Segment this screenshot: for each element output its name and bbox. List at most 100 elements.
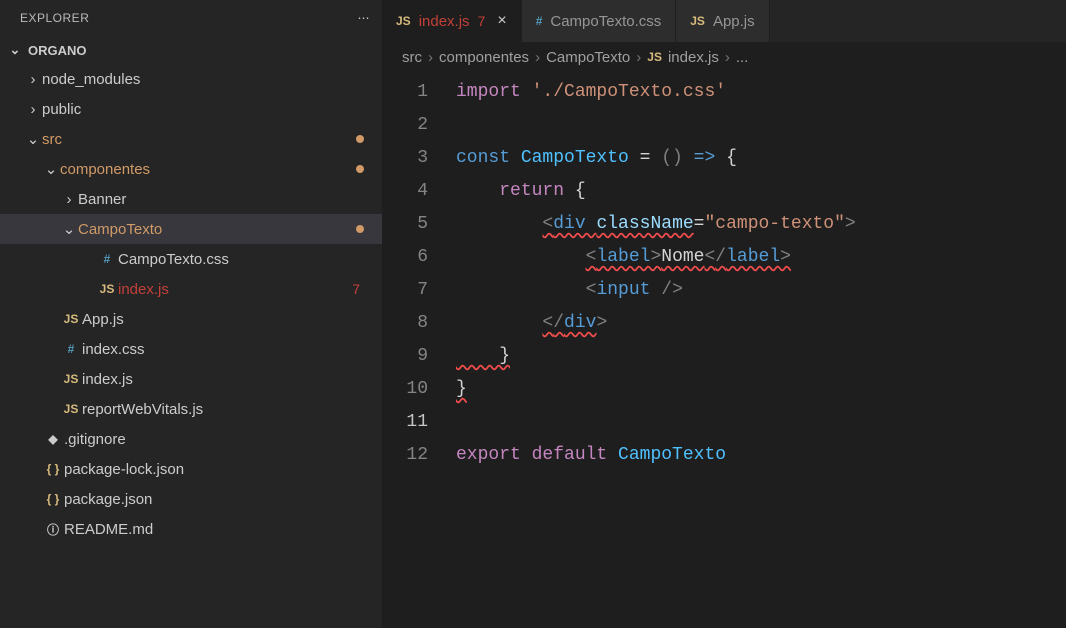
file-item[interactable]: JSApp.js — [0, 304, 382, 334]
code-line[interactable]: export default CampoTexto — [456, 439, 1066, 472]
file-item[interactable]: { }package-lock.json — [0, 454, 382, 484]
breadcrumb-segment[interactable]: componentes — [439, 49, 529, 66]
file-item[interactable]: { }package.json — [0, 484, 382, 514]
code-line[interactable]: <label>Nome</label> — [456, 241, 1066, 274]
code-lines[interactable]: import './CampoTexto.css' const CampoTex… — [456, 76, 1066, 472]
file-item[interactable]: ⓘREADME.md — [0, 514, 382, 544]
file-item[interactable]: JSindex.js — [0, 364, 382, 394]
project-root[interactable]: ⌄ ORGANO — [0, 36, 382, 64]
folder-item[interactable]: ⌄componentes — [0, 154, 382, 184]
token: / — [553, 313, 564, 333]
code-line[interactable]: const CampoTexto = () => { — [456, 142, 1066, 175]
line-number: 8 — [382, 307, 428, 340]
token — [456, 313, 542, 333]
token: = — [629, 148, 661, 168]
code-view[interactable]: 123456789101112 import './CampoTexto.css… — [382, 72, 1066, 472]
file-item[interactable]: #CampoTexto.css — [0, 244, 382, 274]
folder-item[interactable]: ›Banner — [0, 184, 382, 214]
token: < — [542, 313, 553, 333]
token: './CampoTexto.css' — [532, 82, 726, 102]
modified-dot-icon — [356, 225, 364, 233]
token: > — [650, 247, 661, 267]
token: default — [532, 445, 618, 465]
item-label: Banner — [78, 191, 364, 208]
chevron-down-icon: ⌄ — [6, 42, 24, 58]
css-icon: # — [96, 252, 118, 266]
token: input — [596, 280, 650, 300]
editor-area: JSindex.js7×#CampoTexto.cssJSApp.js src›… — [382, 0, 1066, 628]
code-line[interactable]: import './CampoTexto.css' — [456, 76, 1066, 109]
editor-tab[interactable]: JSApp.js — [676, 0, 769, 42]
token: div — [553, 214, 596, 234]
code-line[interactable]: } — [456, 373, 1066, 406]
breadcrumbs[interactable]: src›componentes›CampoTexto›JSindex.js›..… — [382, 42, 1066, 72]
item-label: package.json — [64, 491, 364, 508]
token: return — [499, 181, 564, 201]
item-label: App.js — [82, 311, 364, 328]
item-label: public — [42, 101, 364, 118]
item-label: componentes — [60, 161, 356, 178]
token: label — [726, 247, 780, 267]
file-item[interactable]: JSreportWebVitals.js — [0, 394, 382, 424]
token: < — [542, 214, 553, 234]
folder-item[interactable]: ⌄src — [0, 124, 382, 154]
explorer-title: EXPLORER — [20, 11, 89, 25]
info-icon: ⓘ — [42, 521, 64, 538]
code-line[interactable]: <div className="campo-texto"> — [456, 208, 1066, 241]
js-icon: JS — [690, 14, 705, 28]
breadcrumb-segment[interactable]: ... — [736, 49, 749, 66]
breadcrumb-segment[interactable]: src — [402, 49, 422, 66]
js-icon: JS — [396, 14, 411, 28]
tab-bar: JSindex.js7×#CampoTexto.cssJSApp.js — [382, 0, 1066, 42]
editor-tab[interactable]: JSindex.js7× — [382, 0, 522, 42]
chevron-right-icon: › — [24, 71, 42, 88]
token: CampoTexto — [521, 148, 629, 168]
tab-title: CampoTexto.css — [550, 13, 661, 30]
json-icon: { } — [42, 492, 64, 506]
code-line[interactable]: <input /> — [456, 274, 1066, 307]
token: < — [586, 247, 597, 267]
explorer-header: EXPLORER ⋯ — [0, 0, 382, 36]
token: export — [456, 445, 532, 465]
breadcrumb-segment[interactable]: index.js — [668, 49, 719, 66]
token: => — [694, 148, 716, 168]
code-line[interactable]: return { — [456, 175, 1066, 208]
file-item[interactable]: ◆.gitignore — [0, 424, 382, 454]
token: < — [586, 280, 597, 300]
file-item[interactable]: JSindex.js7 — [0, 274, 382, 304]
more-icon[interactable]: ⋯ — [358, 11, 371, 25]
line-number: 6 — [382, 241, 428, 274]
chevron-down-icon: ⌄ — [60, 220, 78, 238]
code-line[interactable]: } — [456, 340, 1066, 373]
folder-item[interactable]: ›public — [0, 94, 382, 124]
project-root-name: ORGANO — [28, 43, 87, 58]
token — [456, 280, 586, 300]
js-icon: JS — [60, 372, 82, 386]
tab-title: index.js — [419, 13, 470, 30]
item-label: CampoTexto — [78, 221, 356, 238]
css-icon: # — [60, 342, 82, 356]
line-number: 3 — [382, 142, 428, 175]
code-line[interactable] — [456, 109, 1066, 142]
token: } — [456, 346, 510, 366]
item-label: README.md — [64, 521, 364, 538]
code-line[interactable] — [456, 406, 1066, 439]
token: "campo-texto" — [704, 214, 844, 234]
close-icon[interactable]: × — [497, 12, 506, 30]
chevron-down-icon: ⌄ — [42, 160, 60, 178]
token: > — [780, 247, 791, 267]
folder-item[interactable]: ›node_modules — [0, 64, 382, 94]
code-line[interactable]: </div> — [456, 307, 1066, 340]
item-label: index.js — [118, 281, 352, 298]
item-label: node_modules — [42, 71, 364, 88]
token — [456, 247, 586, 267]
folder-item[interactable]: ⌄CampoTexto — [0, 214, 382, 244]
explorer-sidebar: EXPLORER ⋯ ⌄ ORGANO ›node_modules›public… — [0, 0, 382, 628]
line-number: 9 — [382, 340, 428, 373]
chevron-right-icon: › — [636, 49, 641, 66]
line-number: 11 — [382, 406, 428, 439]
token — [456, 181, 499, 201]
file-item[interactable]: #index.css — [0, 334, 382, 364]
editor-tab[interactable]: #CampoTexto.css — [522, 0, 677, 42]
breadcrumb-segment[interactable]: CampoTexto — [546, 49, 630, 66]
